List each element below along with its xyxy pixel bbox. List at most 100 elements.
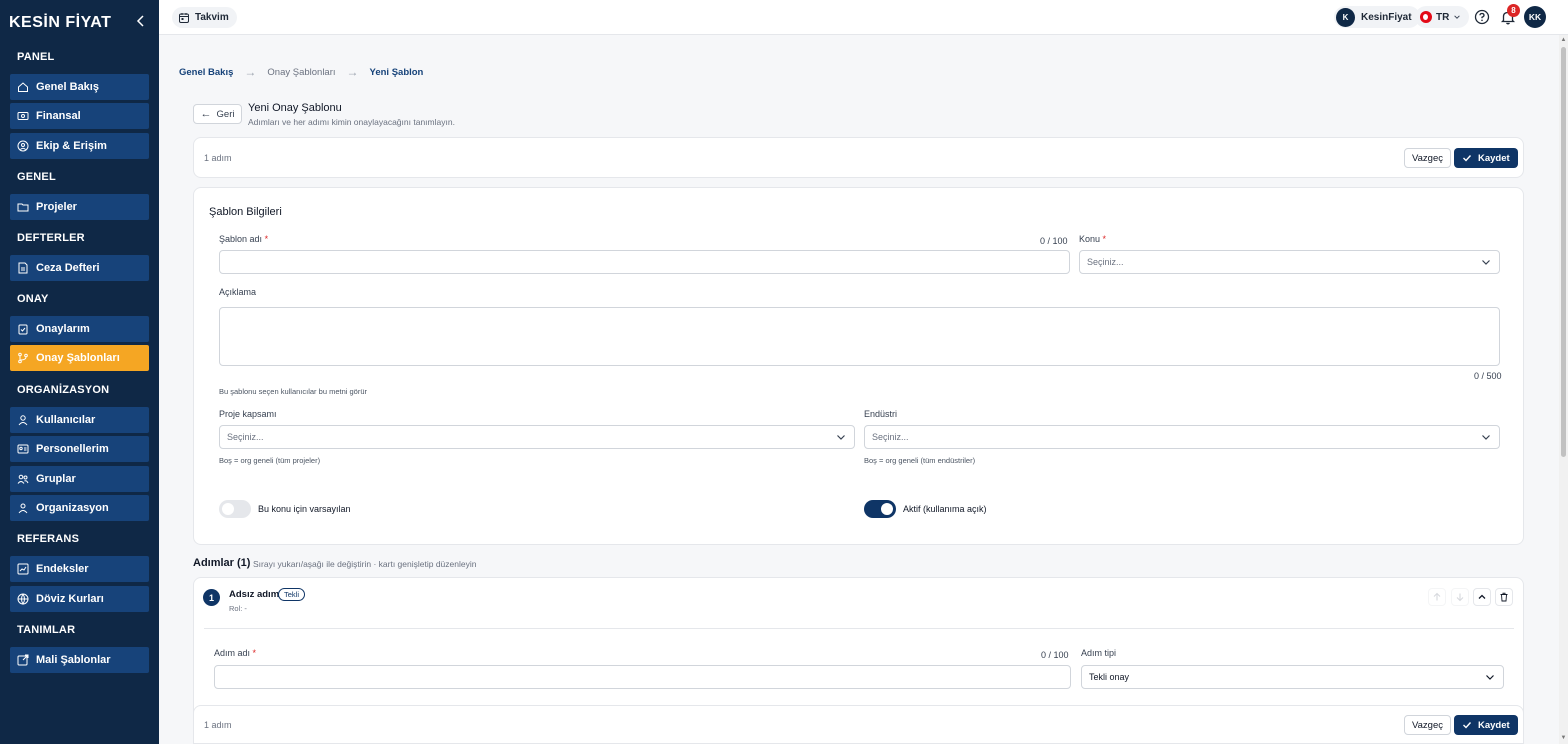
- project-scope-hint: Boş = org geneli (tüm projeler): [219, 456, 321, 465]
- bottom-cancel-button[interactable]: Vazgeç: [1404, 715, 1451, 735]
- topic-placeholder: Seçiniz...: [1087, 257, 1124, 267]
- toggle-knob: [222, 503, 234, 515]
- template-name-input[interactable]: [219, 250, 1070, 274]
- language-code: TR: [1436, 11, 1450, 23]
- sidebar-item-label: Organizasyon: [36, 502, 109, 514]
- sidebar-item-label: Personellerim: [36, 443, 109, 455]
- breadcrumb-current: Yeni Şablon: [369, 66, 424, 78]
- check-icon: [1463, 722, 1472, 729]
- page-scrollbar[interactable]: ▲ ▼: [1559, 35, 1568, 744]
- industry-label: Endüstri: [864, 409, 898, 419]
- sidebar-item-onaylarim[interactable]: Onaylarım: [10, 316, 149, 342]
- arrow-right-icon: →: [244, 65, 257, 79]
- active-toggle-label: Aktif (kullanıma açık): [903, 504, 987, 514]
- sidebar-item-label: Onaylarım: [36, 323, 90, 335]
- chevron-down-icon: [837, 435, 845, 440]
- default-toggle[interactable]: [219, 500, 251, 518]
- sidebar-item-gruplar[interactable]: Gruplar: [10, 466, 149, 492]
- topic-select[interactable]: Seçiniz...: [1079, 250, 1500, 274]
- breadcrumb-home[interactable]: Genel Bakış: [179, 67, 233, 78]
- arrow-down-icon: [1456, 593, 1464, 602]
- save-button[interactable]: Kaydet: [1454, 148, 1518, 168]
- steps-hint: Sırayı yukarı/aşağı ile değiştirin · kar…: [253, 559, 477, 569]
- sidebar-item-label: Genel Bakış: [36, 81, 99, 93]
- bottom-save-button[interactable]: Kaydet: [1454, 715, 1518, 735]
- user-avatar[interactable]: KK: [1524, 6, 1546, 28]
- logo-text: KESİN FİYAT: [9, 14, 112, 31]
- arrow-right-icon: →: [346, 65, 359, 79]
- sidebar-item-label: Projeler: [36, 201, 77, 213]
- topic-label: Konu *: [1079, 234, 1106, 244]
- save-label: Kaydet: [1478, 152, 1510, 164]
- default-toggle-label: Bu konu için varsayılan: [258, 504, 351, 514]
- scroll-up-icon[interactable]: ▲: [1560, 37, 1567, 44]
- breadcrumb-parent[interactable]: Onay Şablonları: [267, 67, 335, 78]
- sidebar-item-kullanicilar[interactable]: Kullanıcılar: [10, 407, 149, 433]
- step-number: 1: [203, 589, 220, 606]
- turkey-flag-icon: [1420, 11, 1432, 23]
- section-title-defterler: DEFTERLER: [17, 232, 85, 244]
- toggle-knob: [881, 503, 893, 515]
- template-name-label: Şablon adı *: [219, 234, 268, 244]
- active-toggle[interactable]: [864, 500, 896, 518]
- arrow-left-icon: ←: [200, 108, 212, 120]
- collapse-sidebar-icon[interactable]: [134, 12, 148, 30]
- account-switcher[interactable]: K KesinFiyat: [1334, 6, 1420, 28]
- description-counter: 0 / 500: [1474, 371, 1502, 381]
- scroll-thumb[interactable]: [1561, 47, 1566, 457]
- back-label: Geri: [216, 108, 235, 120]
- calendar-button[interactable]: Takvim: [172, 7, 237, 28]
- globe-icon: [17, 593, 29, 605]
- description-textarea[interactable]: [219, 307, 1500, 366]
- step-name: Adsız adım: [229, 589, 280, 600]
- sidebar-item-label: Onay Şablonları: [36, 352, 120, 364]
- step-name-label: Adım adı *: [214, 648, 256, 658]
- notification-badge: 8: [1507, 4, 1520, 17]
- sidebar-item-projeler[interactable]: Projeler: [10, 194, 149, 220]
- sidebar-item-genel-bakis[interactable]: Genel Bakış: [10, 74, 149, 100]
- move-down-button[interactable]: [1451, 588, 1469, 606]
- sidebar-item-finansal[interactable]: Finansal: [10, 103, 149, 129]
- required-marker: *: [1102, 234, 1107, 244]
- step-name-input[interactable]: [214, 665, 1071, 689]
- step-name-label-text: Adım adı: [214, 648, 251, 658]
- sidebar-item-ceza-defteri[interactable]: Ceza Defteri: [10, 255, 149, 281]
- action-bar: 1 adım Vazgeç Kaydet: [193, 137, 1524, 178]
- help-icon[interactable]: [1473, 8, 1491, 26]
- required-marker: *: [264, 234, 269, 244]
- back-button[interactable]: ← Geri: [193, 104, 242, 124]
- folder-icon: [17, 203, 29, 212]
- bottom-steps-count: 1 adım: [204, 720, 232, 730]
- move-up-button[interactable]: [1428, 588, 1446, 606]
- sidebar-item-ekip-erisim[interactable]: Ekip & Erişim: [10, 133, 149, 159]
- scroll-down-icon[interactable]: ▼: [1560, 735, 1567, 742]
- delete-step-button[interactable]: [1495, 588, 1513, 606]
- step-type-badge: Tekli: [278, 588, 306, 601]
- trash-icon: [1500, 592, 1508, 602]
- topic-label-text: Konu: [1079, 234, 1101, 244]
- template-info-card: Şablon Bilgileri Şablon adı * 0 / 100 Ko…: [193, 187, 1524, 545]
- page-title: Yeni Onay Şablonu: [248, 102, 342, 114]
- sidebar-item-endeksler[interactable]: Endeksler: [10, 556, 149, 582]
- sidebar-item-organizasyon[interactable]: Organizasyon: [10, 495, 149, 521]
- section-title-referans: REFERANS: [17, 533, 80, 545]
- collapse-step-button[interactable]: [1473, 588, 1491, 606]
- account-name: KesinFiyat: [1361, 11, 1412, 23]
- step-type-select[interactable]: Tekli onay: [1081, 665, 1504, 689]
- language-selector[interactable]: TR: [1415, 6, 1470, 28]
- industry-select[interactable]: Seçiniz...: [864, 425, 1500, 449]
- sidebar-item-onay-sablonlari[interactable]: Onay Şablonları: [10, 345, 149, 371]
- cancel-button[interactable]: Vazgeç: [1404, 148, 1451, 168]
- project-scope-select[interactable]: Seçiniz...: [219, 425, 855, 449]
- sidebar-item-personellerim[interactable]: Personellerim: [10, 436, 149, 462]
- page-subtitle: Adımları ve her adımı kimin onaylayacağı…: [248, 117, 455, 127]
- sidebar-item-label: Döviz Kurları: [36, 593, 104, 605]
- brand-logo[interactable]: KESİN FİYAT: [9, 12, 111, 34]
- template-name-counter: 0 / 100: [1040, 236, 1068, 246]
- section-title-panel: PANEL: [17, 51, 55, 63]
- calendar-label: Takvim: [195, 12, 229, 23]
- step-type-value: Tekli onay: [1089, 672, 1130, 682]
- bottom-action-bar: 1 adım Vazgeç Kaydet: [193, 705, 1524, 744]
- sidebar-item-doviz-kurlari[interactable]: Döviz Kurları: [10, 586, 149, 612]
- sidebar-item-mali-sablonlar[interactable]: Mali Şablonlar: [10, 647, 149, 673]
